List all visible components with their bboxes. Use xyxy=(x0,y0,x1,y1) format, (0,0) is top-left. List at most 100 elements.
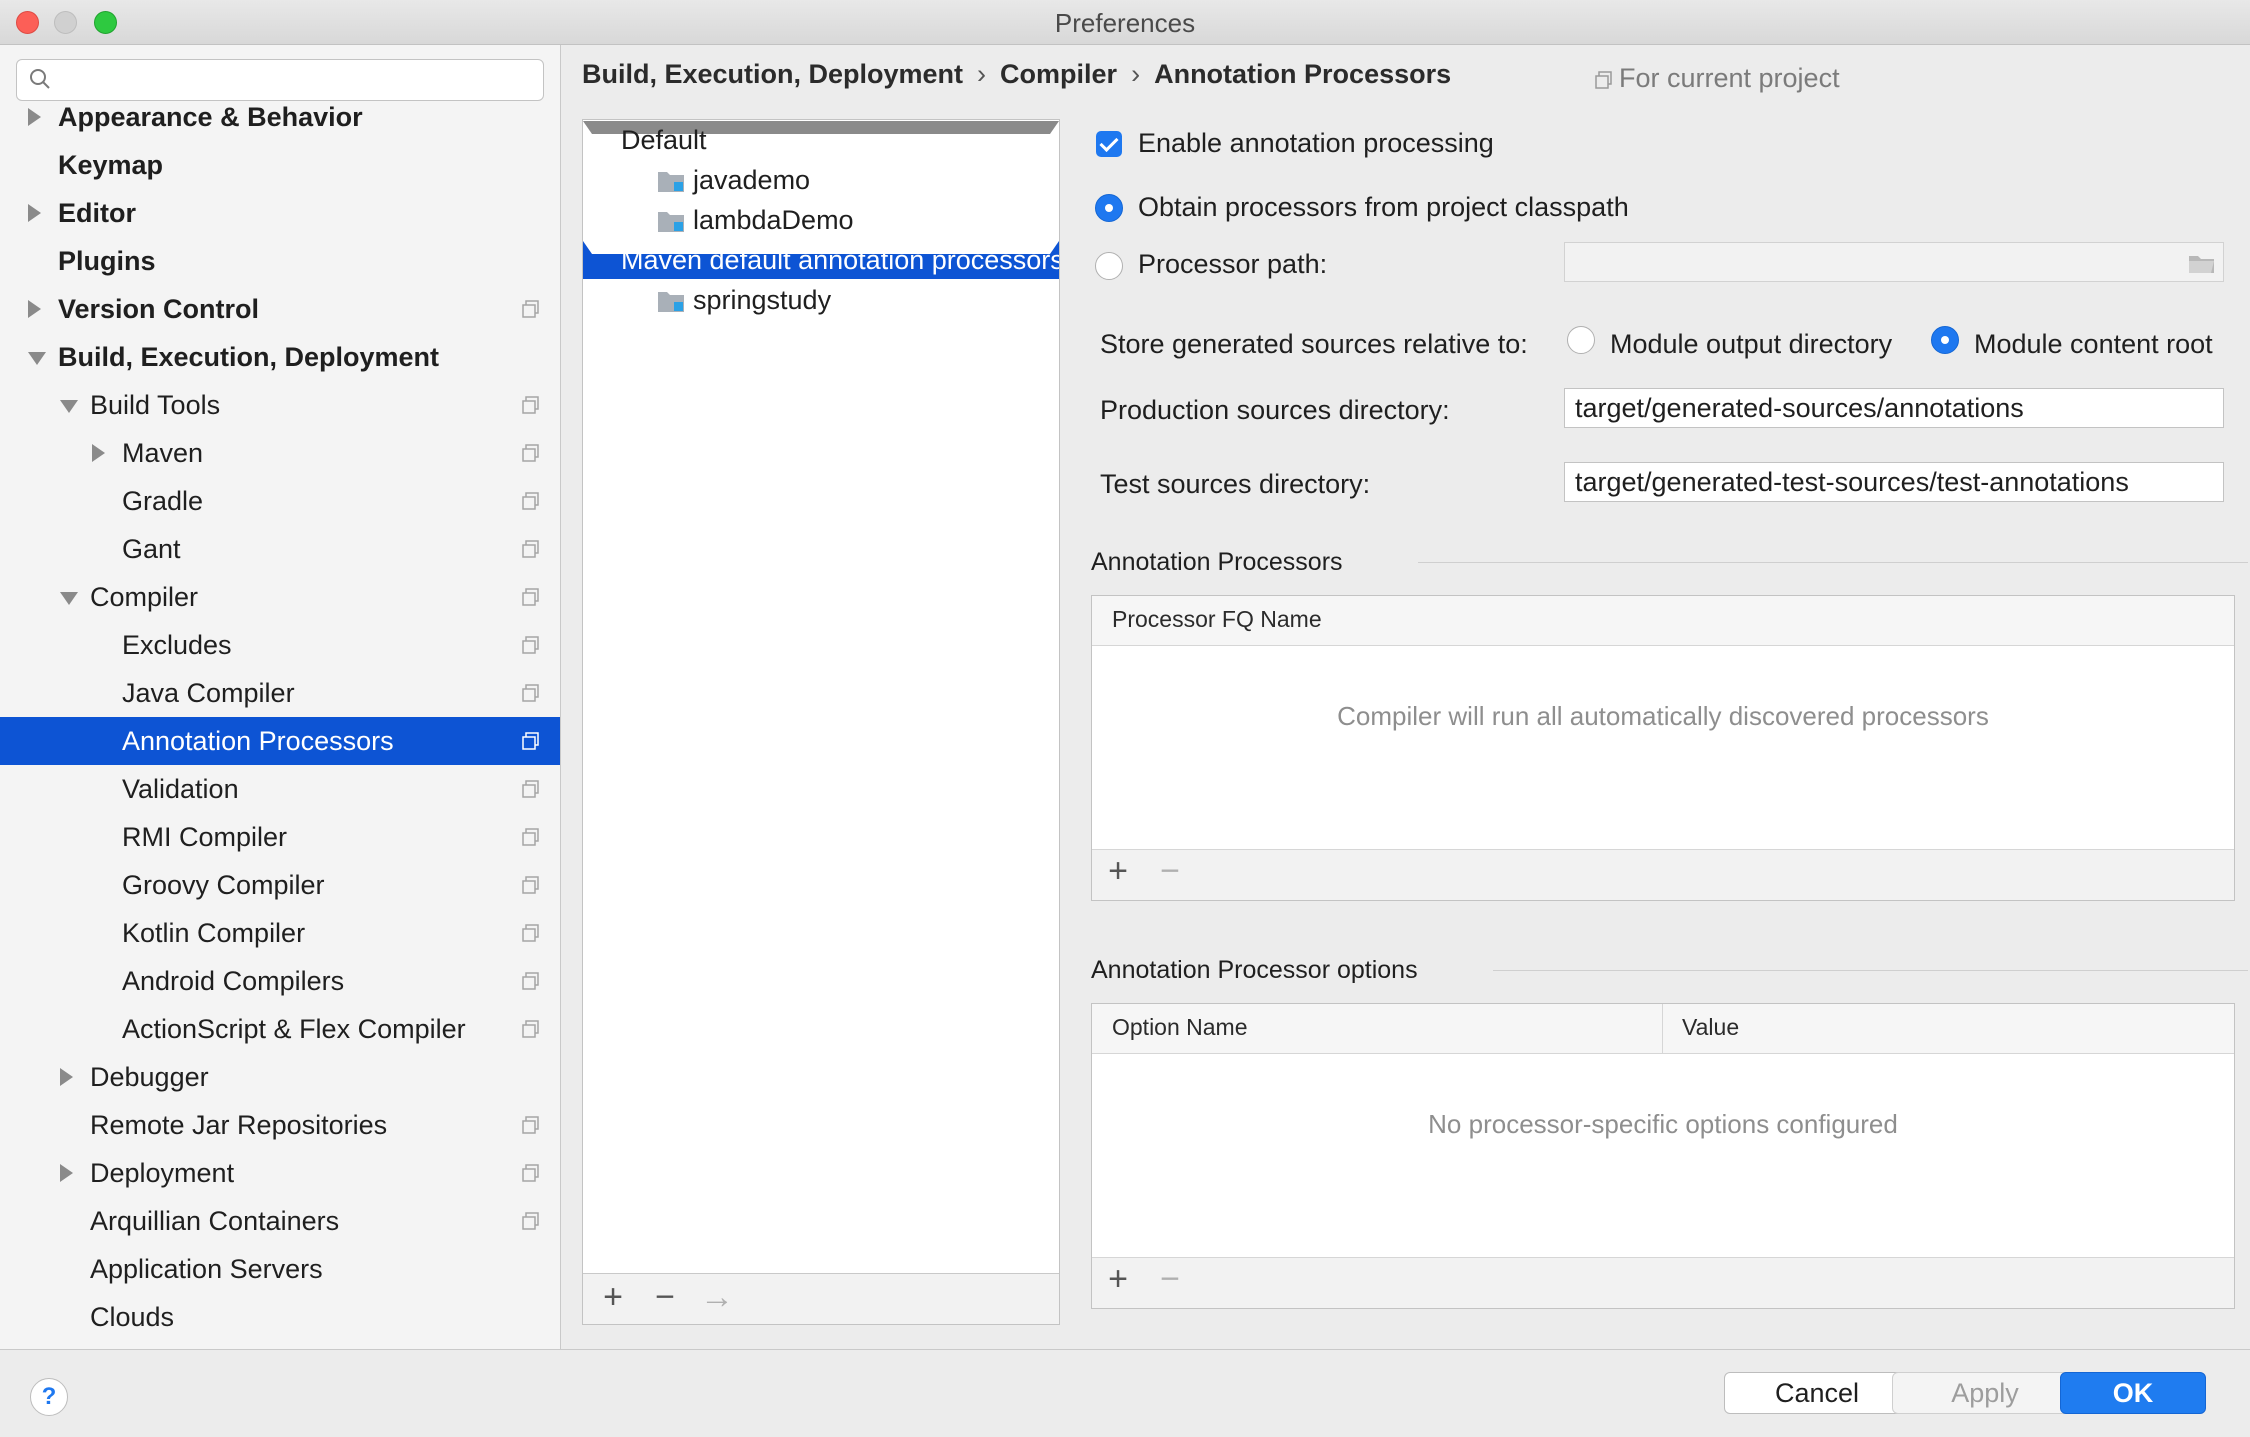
sidebar-item[interactable]: Annotation Processors xyxy=(0,717,560,765)
sidebar-item[interactable]: Debugger xyxy=(0,1053,560,1101)
sidebar-item[interactable]: Appearance & Behavior xyxy=(0,93,560,141)
folder-browse-icon[interactable] xyxy=(2188,252,2216,274)
collapsed-arrow-icon[interactable] xyxy=(60,1068,73,1086)
sidebar-item-label: RMI Compiler xyxy=(122,822,288,852)
project-scope-icon xyxy=(522,924,539,942)
sidebar-item-label: Appearance & Behavior xyxy=(58,102,363,132)
remove-processor-button[interactable]: − xyxy=(1152,854,1188,890)
remove-profile-button[interactable]: − xyxy=(647,1280,683,1316)
remove-option-button[interactable]: − xyxy=(1152,1262,1188,1298)
profile-item[interactable]: Default xyxy=(583,121,1059,159)
sidebar-item[interactable]: Remote Jar Repositories xyxy=(0,1101,560,1149)
main-panel: Build, Execution, Deployment › Compiler › An… xyxy=(561,45,2250,1349)
annotation-processors-table: Processor FQ Name Compiler will run all … xyxy=(1091,595,2235,901)
sidebar-item-label: Plugins xyxy=(58,246,156,276)
collapsed-arrow-icon[interactable] xyxy=(28,204,41,222)
sidebar-item[interactable]: Maven xyxy=(0,429,560,477)
value-column[interactable]: Value xyxy=(1682,1014,1739,1041)
sidebar-item[interactable]: Compiler xyxy=(0,573,560,621)
column-divider[interactable] xyxy=(1662,1004,1663,1053)
add-profile-button[interactable]: + xyxy=(595,1280,631,1316)
enable-annotation-processing-checkbox[interactable] xyxy=(1096,131,1122,157)
module-folder-icon xyxy=(658,292,684,312)
sidebar-item[interactable]: Gant xyxy=(0,525,560,573)
project-scope-icon xyxy=(522,684,539,702)
add-processor-button[interactable]: + xyxy=(1100,854,1136,890)
sidebar-item-label: Editor xyxy=(58,198,136,228)
sidebar-item[interactable]: Keymap xyxy=(0,141,560,189)
sidebar-item[interactable]: Groovy Compiler xyxy=(0,861,560,909)
sidebar-item[interactable]: Editor xyxy=(0,189,560,237)
sidebar-item[interactable]: Kotlin Compiler xyxy=(0,909,560,957)
sidebar-item[interactable]: Validation xyxy=(0,765,560,813)
project-scope-icon xyxy=(522,1164,539,1182)
module-item[interactable]: lambdaDemo xyxy=(583,201,1059,239)
help-button[interactable]: ? xyxy=(30,1378,68,1416)
profile-item[interactable]: Maven default annotation processors prof… xyxy=(583,241,1059,279)
sidebar-item[interactable]: RMI Compiler xyxy=(0,813,560,861)
sidebar-item-label: Compiler xyxy=(90,582,199,612)
collapsed-arrow-icon[interactable] xyxy=(28,300,41,318)
expanded-arrow-icon[interactable] xyxy=(60,592,78,605)
project-scope-icon xyxy=(522,1020,539,1038)
breadcrumb-item: Annotation Processors xyxy=(1154,59,1452,89)
sidebar-item[interactable]: Arquillian Containers xyxy=(0,1197,560,1245)
expanded-arrow-icon[interactable] xyxy=(28,352,46,365)
sidebar-item[interactable]: Version Control xyxy=(0,285,560,333)
scope-indicator: For current project xyxy=(1595,63,1840,94)
collapsed-arrow-icon[interactable] xyxy=(28,108,41,126)
move-to-profile-button[interactable]: → xyxy=(699,1280,735,1316)
obtain-from-classpath-label: Obtain processors from project classpath xyxy=(1138,192,1629,222)
module-folder-icon xyxy=(658,212,684,232)
add-option-button[interactable]: + xyxy=(1100,1262,1136,1298)
obtain-from-classpath-radio[interactable] xyxy=(1095,194,1123,222)
sidebar-item[interactable]: Android Compilers xyxy=(0,957,560,1005)
breadcrumb-item: Compiler xyxy=(1000,59,1118,89)
sidebar-item[interactable]: Clouds xyxy=(0,1293,560,1341)
project-scope-icon xyxy=(522,876,539,894)
sidebar-item[interactable]: Java Compiler xyxy=(0,669,560,717)
breadcrumb-item: Build, Execution, Deployment xyxy=(582,59,964,89)
sidebar-item-label: Maven xyxy=(122,438,204,468)
empty-table-message: Compiler will run all automatically disc… xyxy=(1337,701,1989,731)
project-scope-icon xyxy=(522,300,539,318)
group-separator xyxy=(1418,562,2248,563)
module-item[interactable]: javademo xyxy=(583,161,1059,199)
option-name-column[interactable]: Option Name xyxy=(1112,1014,1248,1041)
profile-label: Maven default annotation processors prof… xyxy=(621,245,1059,275)
search-input[interactable] xyxy=(69,64,533,96)
module-item[interactable]: springstudy xyxy=(583,281,1059,319)
apply-button[interactable]: Apply xyxy=(1892,1372,2078,1414)
processor-fq-name-column[interactable]: Processor FQ Name xyxy=(1112,606,1322,633)
sidebar-item-label: Remote Jar Repositories xyxy=(90,1110,388,1140)
sidebar-item-label: Excludes xyxy=(122,630,232,660)
sidebar-item[interactable]: Gradle xyxy=(0,477,560,525)
sidebar-item[interactable]: Build, Execution, Deployment xyxy=(0,333,560,381)
sidebar-item[interactable]: ActionScript & Flex Compiler xyxy=(0,1005,560,1053)
processor-path-field[interactable] xyxy=(1564,242,2224,282)
sidebar-item-label: Android Compilers xyxy=(122,966,345,996)
production-sources-input[interactable]: target/generated-sources/annotations xyxy=(1564,388,2224,428)
sidebar-item[interactable]: Plugins xyxy=(0,237,560,285)
profiles-toolbar: + − → xyxy=(583,1273,1059,1324)
collapsed-arrow-icon[interactable] xyxy=(92,444,105,462)
project-scope-icon xyxy=(522,972,539,990)
test-sources-input[interactable]: target/generated-test-sources/test-annot… xyxy=(1564,462,2224,502)
sidebar-item[interactable]: Build Tools xyxy=(0,381,560,429)
sidebar-item-label: Kotlin Compiler xyxy=(122,918,306,948)
project-scope-icon xyxy=(522,540,539,558)
expanded-arrow-icon[interactable] xyxy=(60,400,78,413)
table-toolbar: + − xyxy=(1092,849,2234,900)
profile-settings: Enable annotation processing Obtain proc… xyxy=(1088,119,2248,1325)
collapsed-arrow-icon[interactable] xyxy=(60,1164,73,1182)
ok-button[interactable]: OK xyxy=(2060,1372,2206,1414)
sidebar-item[interactable]: Excludes xyxy=(0,621,560,669)
module-output-directory-label: Module output directory xyxy=(1610,329,1893,359)
sidebar-item[interactable]: Deployment xyxy=(0,1149,560,1197)
sidebar-item[interactable]: Application Servers xyxy=(0,1245,560,1293)
module-output-directory-radio[interactable] xyxy=(1567,326,1595,354)
module-content-root-radio[interactable] xyxy=(1931,326,1959,354)
processor-path-radio[interactable] xyxy=(1095,252,1123,280)
cancel-button[interactable]: Cancel xyxy=(1724,1372,1910,1414)
sidebar-item-label: Build Tools xyxy=(90,390,221,420)
